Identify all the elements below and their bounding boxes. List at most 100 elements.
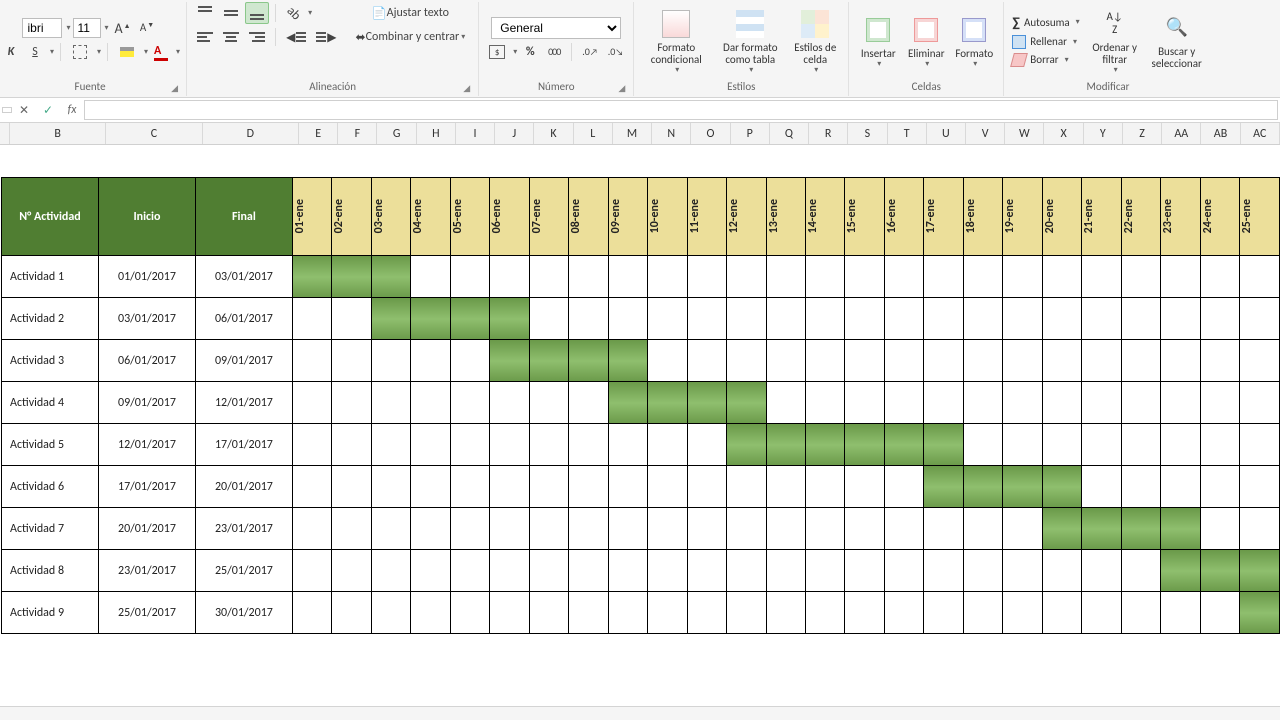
gantt-cell[interactable]	[766, 424, 805, 466]
column-header[interactable]: G	[377, 123, 416, 144]
gantt-cell[interactable]	[727, 508, 766, 550]
gantt-cell[interactable]	[963, 256, 1002, 298]
end-cell[interactable]: 23/01/2017	[195, 508, 292, 550]
gantt-date-header[interactable]: 20-ene	[1042, 178, 1081, 256]
gantt-cell[interactable]	[1121, 592, 1160, 634]
column-header[interactable]: L	[574, 123, 613, 144]
gantt-cell[interactable]	[1240, 592, 1280, 634]
gantt-cell[interactable]	[1200, 508, 1239, 550]
gantt-cell[interactable]	[411, 340, 450, 382]
activity-cell[interactable]: Actividad 2	[2, 298, 99, 340]
gantt-cell[interactable]	[332, 298, 371, 340]
gantt-cell[interactable]	[292, 382, 331, 424]
gantt-cell[interactable]	[963, 340, 1002, 382]
end-cell[interactable]: 30/01/2017	[195, 592, 292, 634]
select-all-corner[interactable]	[0, 123, 10, 144]
gantt-cell[interactable]	[529, 592, 568, 634]
gantt-cell[interactable]	[1042, 340, 1081, 382]
insert-button[interactable]: Insertar▾	[855, 12, 901, 69]
gantt-date-header[interactable]: 03-ene	[371, 178, 410, 256]
end-cell[interactable]: 25/01/2017	[195, 550, 292, 592]
gantt-date-header[interactable]: 13-ene	[766, 178, 805, 256]
dialog-launcher-icon[interactable]: ◢	[461, 83, 472, 94]
gantt-cell[interactable]	[1240, 550, 1280, 592]
gantt-cell[interactable]	[1042, 382, 1081, 424]
gantt-cell[interactable]	[411, 508, 450, 550]
underline-button[interactable]: S	[24, 41, 46, 63]
column-header[interactable]: Y	[1084, 123, 1123, 144]
gantt-date-header[interactable]: 23-ene	[1161, 178, 1200, 256]
gantt-cell[interactable]	[924, 508, 963, 550]
gantt-cell[interactable]	[845, 592, 884, 634]
gantt-cell[interactable]	[1200, 550, 1239, 592]
gantt-cell[interactable]	[845, 508, 884, 550]
gantt-cell[interactable]	[687, 508, 726, 550]
activity-cell[interactable]: Actividad 3	[2, 340, 99, 382]
gantt-cell[interactable]	[1240, 424, 1280, 466]
start-cell[interactable]: 06/01/2017	[98, 340, 195, 382]
formula-bar[interactable]	[84, 100, 1278, 120]
end-cell[interactable]: 09/01/2017	[195, 340, 292, 382]
gantt-cell[interactable]	[766, 382, 805, 424]
end-cell[interactable]: 06/01/2017	[195, 298, 292, 340]
gantt-cell[interactable]	[529, 298, 568, 340]
gantt-cell[interactable]	[806, 256, 845, 298]
gantt-cell[interactable]	[963, 508, 1002, 550]
gantt-cell[interactable]	[292, 298, 331, 340]
gantt-cell[interactable]	[569, 550, 608, 592]
column-header[interactable]: W	[1005, 123, 1044, 144]
chevron-down-icon[interactable]: ▾	[105, 23, 109, 33]
gantt-cell[interactable]	[1003, 466, 1042, 508]
gantt-cell[interactable]	[687, 382, 726, 424]
chevron-down-icon[interactable]: ▾	[50, 47, 54, 57]
gantt-cell[interactable]	[490, 340, 529, 382]
gantt-cell[interactable]	[569, 424, 608, 466]
gantt-cell[interactable]	[1003, 382, 1042, 424]
gantt-cell[interactable]	[687, 256, 726, 298]
gantt-cell[interactable]	[490, 466, 529, 508]
gantt-cell[interactable]	[450, 550, 489, 592]
gantt-cell[interactable]	[1082, 592, 1121, 634]
gantt-cell[interactable]	[490, 508, 529, 550]
align-bottom-button[interactable]	[245, 2, 269, 24]
column-header[interactable]: N	[652, 123, 691, 144]
gantt-date-header[interactable]: 17-ene	[924, 178, 963, 256]
gantt-date-header[interactable]: 06-ene	[490, 178, 529, 256]
gantt-cell[interactable]	[727, 592, 766, 634]
gantt-cell[interactable]	[1200, 424, 1239, 466]
activity-cell[interactable]: Actividad 9	[2, 592, 99, 634]
gantt-cell[interactable]	[687, 466, 726, 508]
chevron-down-icon[interactable]: ▾	[66, 23, 70, 33]
gantt-cell[interactable]	[766, 466, 805, 508]
gantt-cell[interactable]	[332, 592, 371, 634]
gantt-cell[interactable]	[648, 508, 687, 550]
gantt-date-header[interactable]: 22-ene	[1121, 178, 1160, 256]
chevron-down-icon[interactable]: ▾	[308, 8, 312, 18]
gantt-cell[interactable]	[569, 466, 608, 508]
gantt-cell[interactable]	[727, 382, 766, 424]
gantt-date-header[interactable]: 18-ene	[963, 178, 1002, 256]
increase-decimal-button[interactable]	[578, 41, 602, 63]
gantt-cell[interactable]	[608, 592, 647, 634]
gantt-cell[interactable]	[806, 466, 845, 508]
gantt-cell[interactable]	[529, 382, 568, 424]
gantt-cell[interactable]	[766, 298, 805, 340]
gantt-cell[interactable]	[490, 592, 529, 634]
gantt-cell[interactable]	[1121, 382, 1160, 424]
gantt-cell[interactable]	[490, 550, 529, 592]
gantt-cell[interactable]	[608, 508, 647, 550]
gantt-cell[interactable]	[529, 424, 568, 466]
align-left-button[interactable]	[193, 26, 217, 48]
gantt-cell[interactable]	[648, 340, 687, 382]
gantt-cell[interactable]	[411, 592, 450, 634]
gantt-cell[interactable]	[529, 550, 568, 592]
gantt-cell[interactable]	[529, 340, 568, 382]
chevron-down-icon[interactable]: ▾	[513, 47, 517, 57]
gantt-cell[interactable]	[727, 550, 766, 592]
gantt-cell[interactable]	[292, 550, 331, 592]
gantt-cell[interactable]	[1121, 424, 1160, 466]
gantt-cell[interactable]	[963, 298, 1002, 340]
gantt-cell[interactable]	[411, 382, 450, 424]
gantt-cell[interactable]	[1200, 298, 1239, 340]
fx-button[interactable]: fx	[60, 101, 84, 119]
